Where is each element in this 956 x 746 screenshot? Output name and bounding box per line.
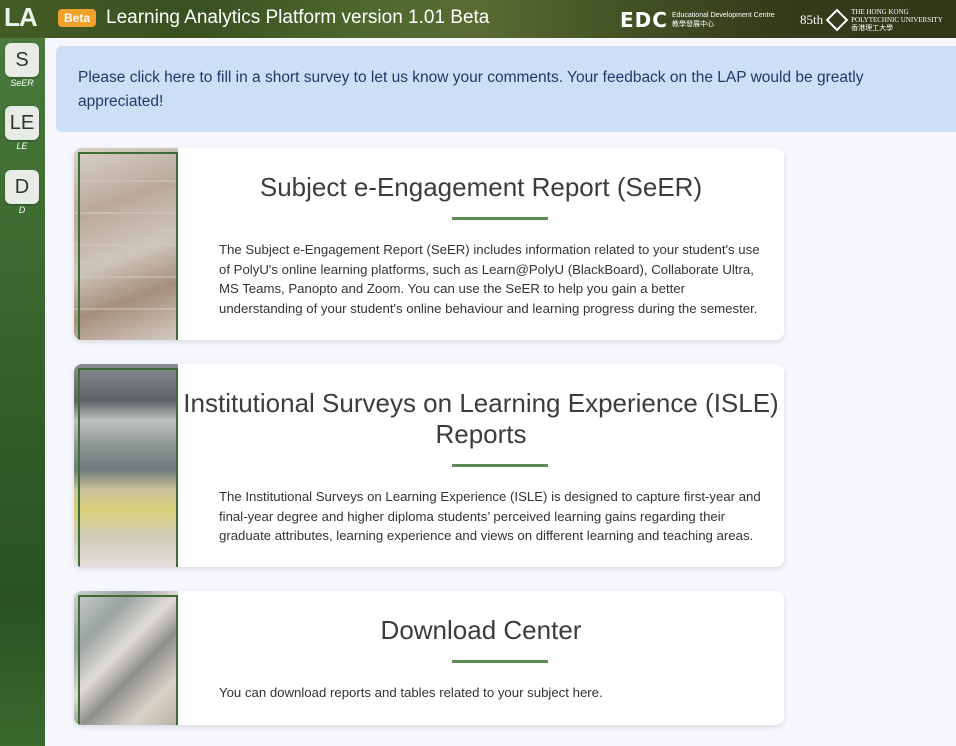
isle-card[interactable]: Institutional Surveys on Learning Experi…: [74, 364, 784, 567]
sidebar: S SeER LE LE D D: [0, 38, 45, 746]
isle-card-title: Institutional Surveys on Learning Experi…: [183, 388, 779, 449]
seer-card-title: Subject e-Engagement Report (SeER): [259, 172, 703, 202]
top-bar: LA Beta Learning Analytics Platform vers…: [0, 0, 956, 38]
app-title: Learning Analytics Platform version 1.01…: [106, 7, 490, 28]
sidebar-item-le[interactable]: LE: [5, 106, 39, 140]
image-frame: [78, 595, 178, 725]
polyu-name-zh: 香港理工大學: [851, 24, 894, 32]
app-logo[interactable]: LA: [4, 2, 44, 34]
sidebar-item-seer-label: SeER: [10, 78, 34, 88]
download-center-card-description: You can download reports and tables rela…: [219, 685, 603, 700]
image-frame: [78, 152, 178, 340]
sidebar-item-d[interactable]: D: [5, 170, 39, 204]
seer-card-description: The Subject e-Engagement Report (SeER) i…: [219, 242, 760, 316]
download-center-card[interactable]: Download Center You can download reports…: [74, 591, 784, 725]
download-center-card-title: Download Center: [380, 615, 582, 645]
title-divider: [452, 464, 548, 467]
polyu-name-en-1: THE HONG KONG: [851, 8, 909, 16]
polyu-name-en-2: POLYTECHNIC UNIVERSITY: [851, 16, 943, 24]
sidebar-item-seer[interactable]: S: [5, 43, 39, 77]
seer-card[interactable]: Subject e-Engagement Report (SeER) The S…: [74, 148, 784, 340]
isle-card-description: The Institutional Surveys on Learning Ex…: [219, 489, 761, 543]
edc-name-en: Educational Development Centre: [671, 12, 775, 19]
polyu-logo: 85th THE HONG KONG POLYTECHNIC UNIVERSIT…: [800, 8, 943, 32]
title-divider: [452, 217, 548, 220]
edc-logo-mark: EDC: [620, 8, 668, 32]
polyu-anniversary: 85th: [800, 12, 824, 27]
edc-logo: EDC Educational Development Centre 教學發展中…: [620, 8, 775, 32]
title-divider: [452, 660, 548, 663]
survey-banner[interactable]: Please click here to fill in a short sur…: [56, 46, 956, 132]
sidebar-item-le-label: LE: [16, 141, 28, 151]
edc-name-zh: 教學發展中心: [671, 21, 714, 28]
sidebar-item-d-label: D: [18, 205, 26, 215]
polyu-emblem-icon: [825, 8, 849, 32]
image-frame: [78, 368, 178, 567]
beta-badge: Beta: [58, 9, 97, 27]
